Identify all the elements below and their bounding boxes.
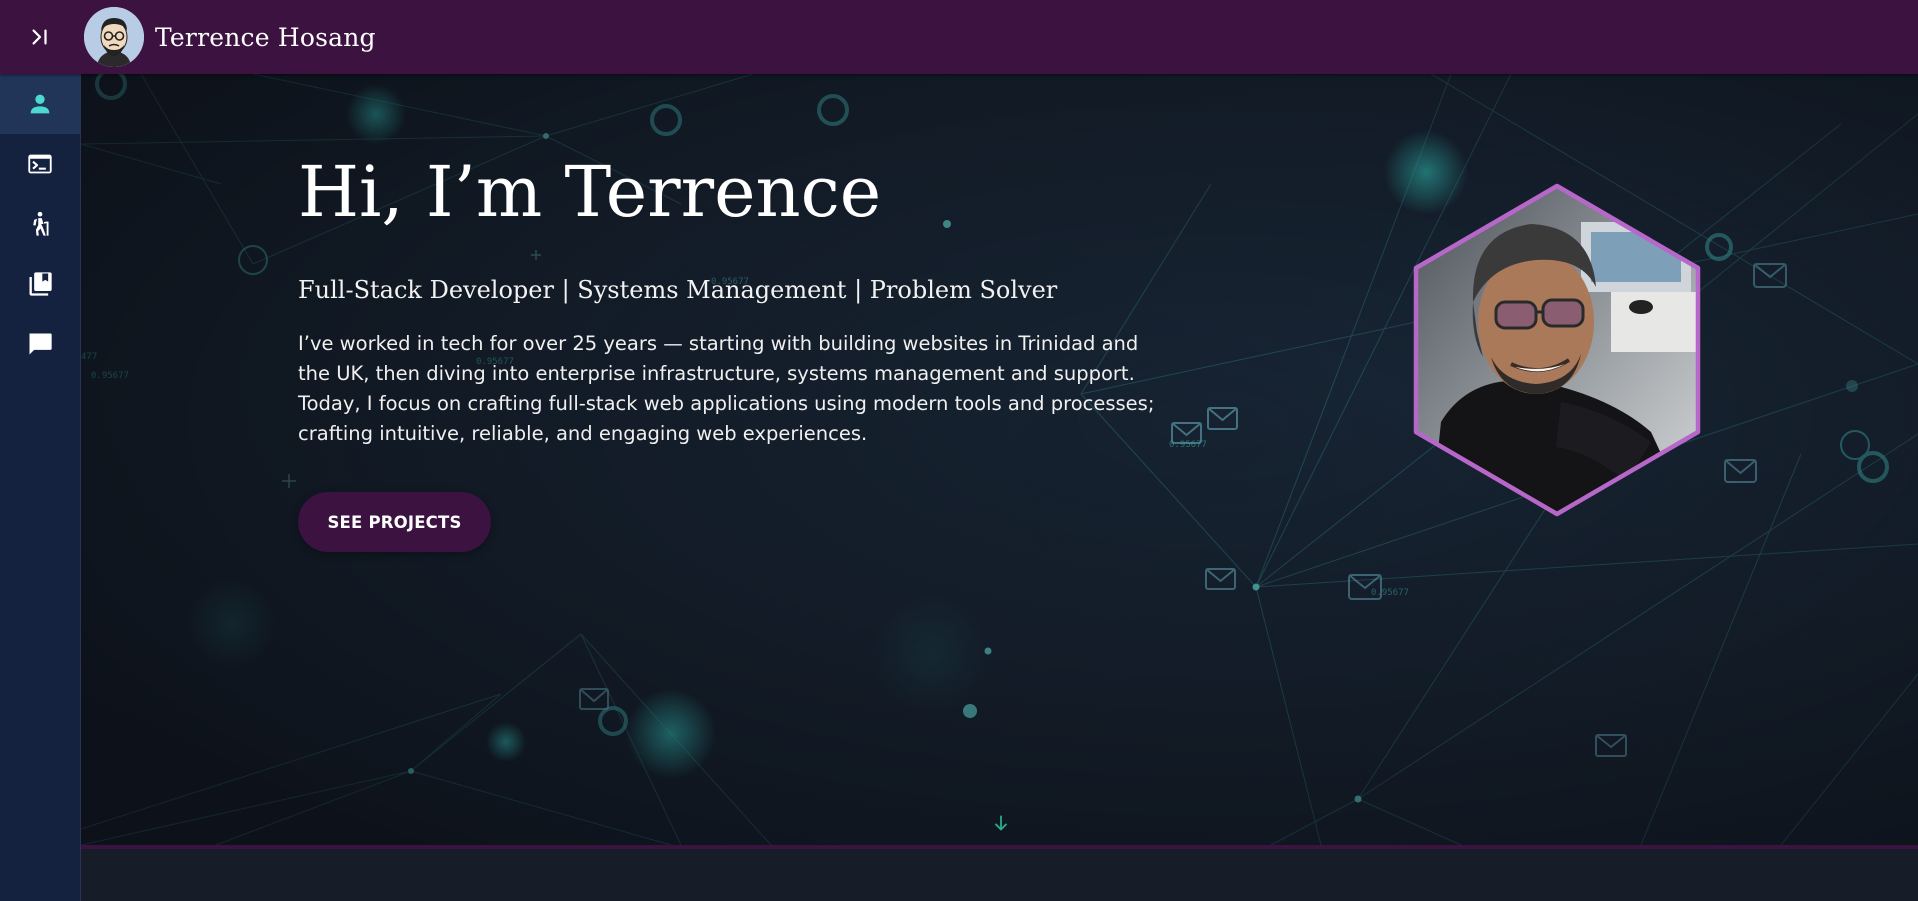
see-projects-button[interactable]: SEE PROJECTS [298,492,491,552]
hero-intro: I’ve worked in tech for over 25 years — … [298,332,1155,445]
terminal-icon [28,154,52,174]
library-books-icon [29,272,52,296]
sidebar-item-about[interactable] [0,74,80,134]
scroll-down-button[interactable] [990,812,1012,834]
next-section [81,849,1918,901]
chat-icon [29,333,52,355]
portrait-photo [1413,183,1701,517]
brand-name[interactable]: Terrence Hosang [155,23,376,52]
sidebar-toggle-button[interactable] [0,0,80,74]
sidebar-item-contact[interactable] [0,314,80,374]
chevron-right-bar-icon [32,29,47,45]
sidebar-item-experience[interactable] [0,194,80,254]
person-icon [30,94,50,114]
hero-subtitle: Full-Stack Developer | Systems Managemen… [298,276,1058,304]
hero-title: Hi, I’m Terrence [298,151,882,233]
sidebar-item-library[interactable] [0,254,80,314]
arrow-down-icon [994,815,1008,831]
hiking-icon [33,211,49,236]
top-app-bar: Terrence Hosang [0,0,1918,74]
cartoon-avatar-icon [84,7,144,67]
sidebar-nav [0,74,81,901]
avatar[interactable] [84,7,144,67]
sidebar-item-projects[interactable] [0,134,80,194]
